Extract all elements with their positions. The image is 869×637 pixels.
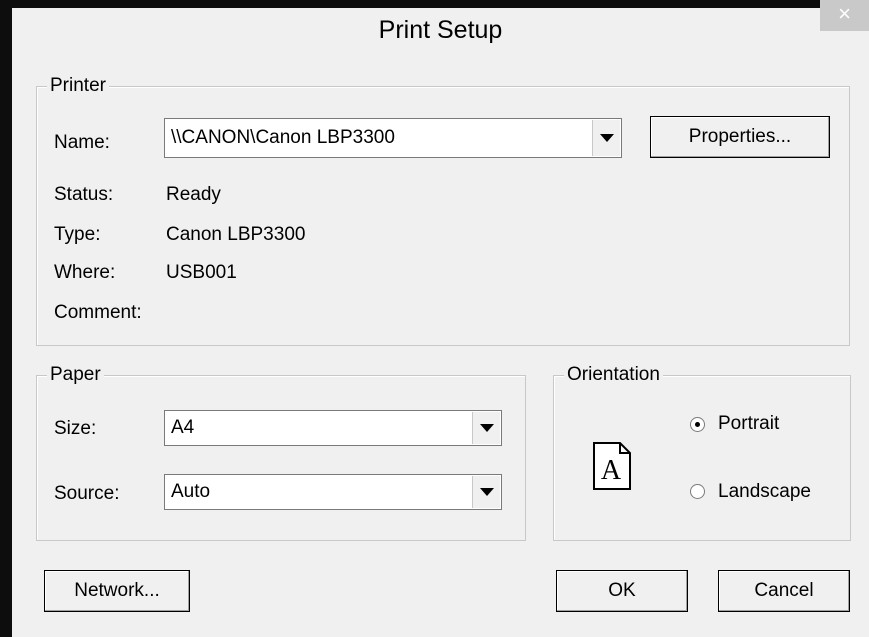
paper-source-value: Auto [171, 481, 211, 502]
window-frame-left [0, 0, 12, 637]
paper-size-value: A4 [171, 417, 195, 438]
chevron-down-icon[interactable] [472, 412, 500, 444]
portrait-radio[interactable] [690, 417, 705, 432]
title-bar[interactable]: Print Setup [12, 8, 869, 58]
paper-legend: Paper [47, 364, 104, 386]
type-value: Canon LBP3300 [166, 224, 306, 245]
printer-name-label: Name: [54, 132, 110, 153]
page-portrait-icon: A [593, 442, 631, 490]
ok-button-label: OK [608, 580, 636, 601]
paper-group: Paper [36, 364, 526, 541]
close-button[interactable]: × [820, 0, 869, 31]
paper-source-label: Source: [54, 483, 120, 504]
landscape-label[interactable]: Landscape [718, 481, 811, 503]
portrait-radio-dot [695, 422, 700, 427]
cancel-button-label: Cancel [754, 580, 814, 601]
printer-name-combobox[interactable]: \\CANON\Canon LBP3300 [164, 118, 622, 158]
network-button[interactable]: Network... [44, 570, 190, 612]
ok-button[interactable]: OK [556, 570, 688, 612]
portrait-label[interactable]: Portrait [718, 413, 779, 435]
landscape-radio[interactable] [690, 484, 705, 499]
chevron-down-icon[interactable] [592, 120, 620, 156]
status-value: Ready [166, 184, 221, 205]
printer-name-value: \\CANON\Canon LBP3300 [171, 127, 395, 148]
paper-source-combobox[interactable]: Auto [164, 474, 502, 510]
cancel-button[interactable]: Cancel [718, 570, 850, 612]
comment-label: Comment: [54, 302, 142, 323]
properties-button-label: Properties... [688, 126, 792, 147]
network-button-label: Network... [74, 580, 160, 601]
page-preview-letter: A [601, 455, 622, 486]
window-title: Print Setup [378, 16, 503, 44]
status-label: Status: [54, 184, 114, 205]
printer-legend: Printer [47, 75, 109, 97]
type-label: Type: [54, 224, 101, 245]
paper-size-combobox[interactable]: A4 [164, 410, 502, 446]
chevron-down-icon[interactable] [472, 476, 500, 508]
where-value: USB001 [166, 262, 237, 283]
properties-button[interactable]: Properties... [650, 116, 830, 158]
paper-size-label: Size: [54, 418, 97, 439]
window-frame-top [0, 0, 869, 8]
close-icon: × [838, 1, 851, 26]
where-label: Where: [54, 262, 116, 283]
orientation-legend: Orientation [564, 364, 663, 386]
